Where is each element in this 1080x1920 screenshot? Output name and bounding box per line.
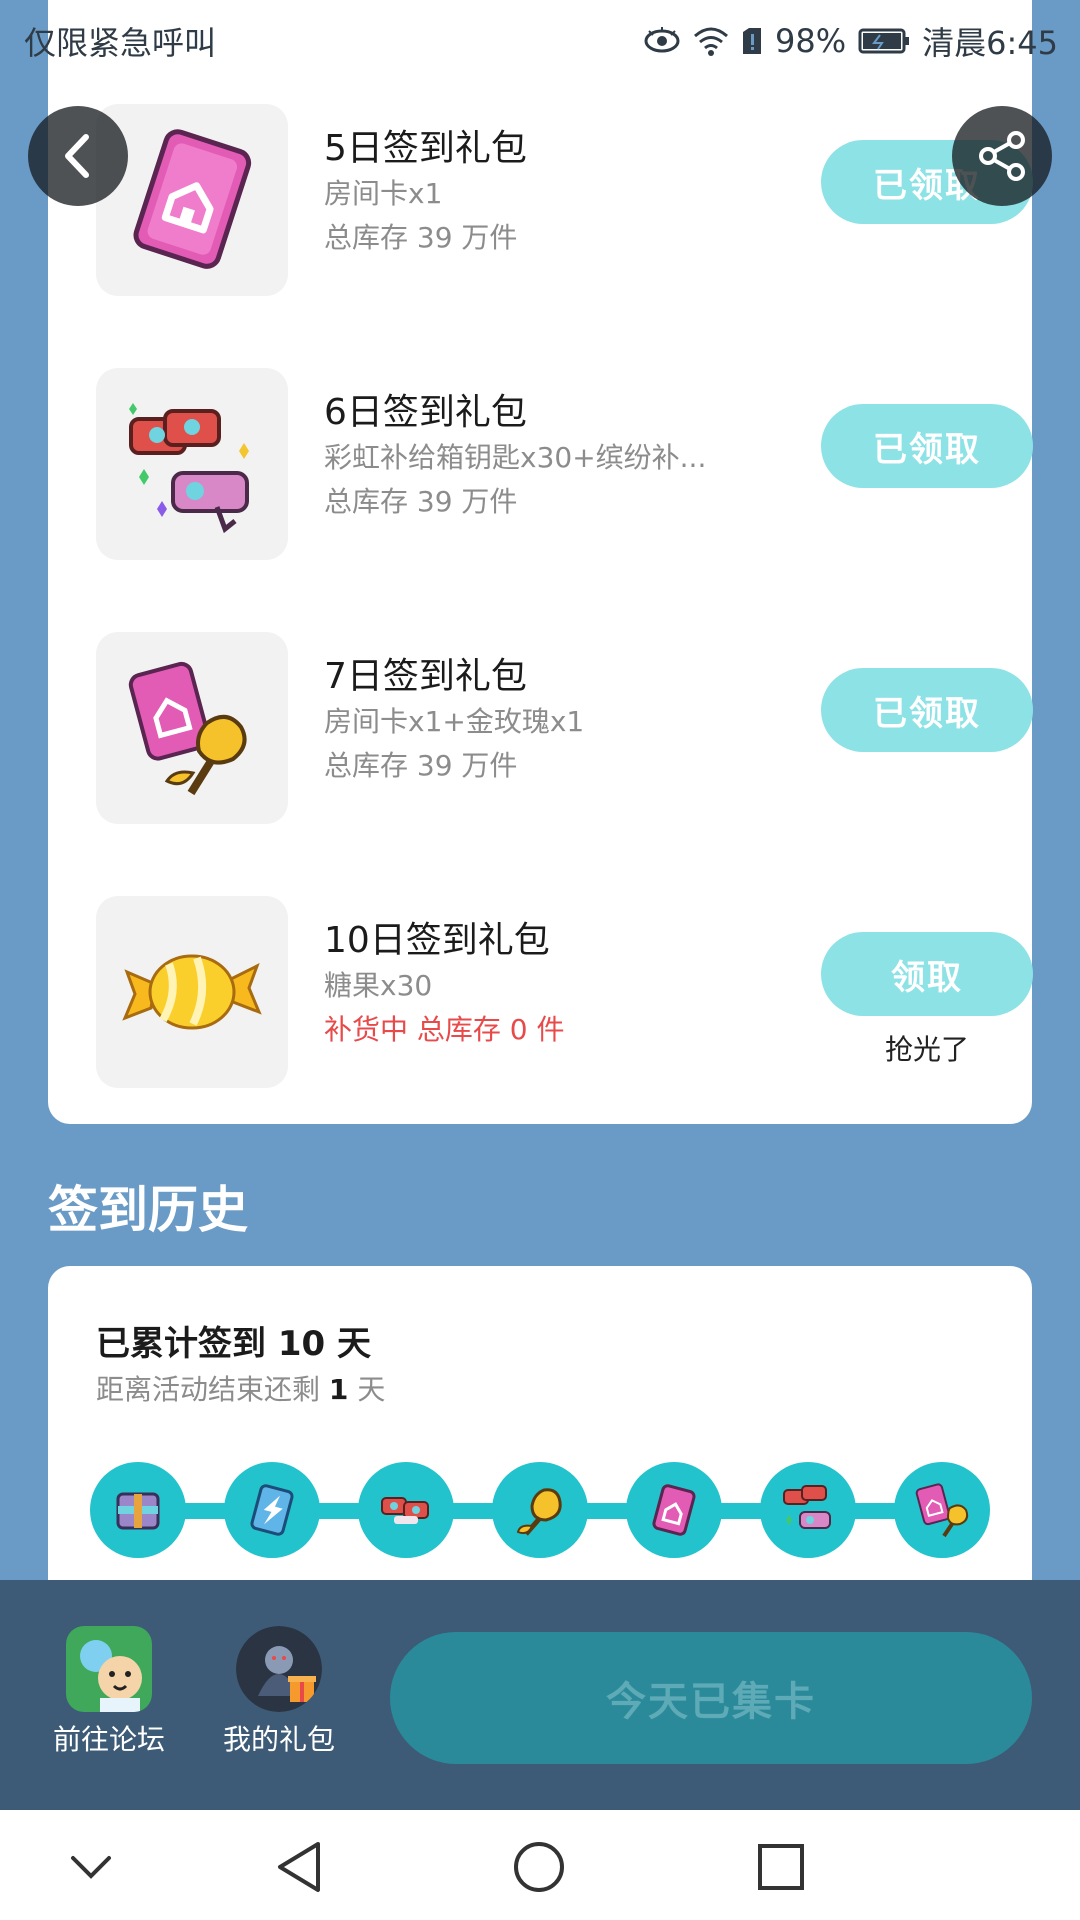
chevron-left-icon: [65, 134, 89, 178]
gift-desc: 彩虹补给箱钥匙x30+缤纷补...: [324, 441, 707, 474]
battery-icon: [858, 27, 910, 55]
gift-thumb: [96, 632, 288, 824]
claim-button[interactable]: 领取: [821, 932, 1033, 1016]
carrier-text: 仅限紧急呼叫: [24, 24, 217, 62]
gift-stock: 总库存 39 万件: [324, 485, 518, 518]
gift-info: 6日签到礼包 彩虹补给箱钥匙x30+缤纷补... 总库存 39 万件: [324, 390, 724, 524]
reward-dot-2[interactable]: [224, 1462, 320, 1558]
total-prefix: 已累计签到: [96, 1324, 266, 1364]
gift-thumb: [96, 368, 288, 560]
share-icon: [979, 131, 1025, 181]
history-card: 已累计签到 10 天 距离活动结束还剩 1 天: [48, 1266, 1032, 1596]
gold-rose-icon: [516, 1488, 562, 1536]
gift-thumb: [96, 896, 288, 1088]
gift-title: 10日签到礼包: [324, 920, 550, 961]
gift-desc: 糖果x30: [324, 969, 433, 1002]
back-button[interactable]: [28, 106, 128, 206]
gift-desc: 房间卡x1: [324, 177, 443, 210]
gift-title: 6日签到礼包: [324, 392, 527, 433]
key-bundle-icon: [129, 403, 249, 534]
gift-thumb: [96, 104, 288, 296]
room-card-icon: [652, 1484, 696, 1536]
gift-stock: 总库存 39 万件: [324, 749, 518, 782]
gifts-avatar: [236, 1626, 322, 1712]
claimed-button[interactable]: 已领取: [821, 404, 1033, 488]
my-gifts-shortcut[interactable]: 我的礼包: [214, 1626, 344, 1758]
gift-row-day7: 7日签到礼包 房间卡x1+金玫瑰x1 总库存 39 万件 已领取: [96, 632, 1033, 824]
status-icons: 98% 清晨6:45: [643, 18, 1058, 64]
keys-icon: [381, 1497, 429, 1524]
gift-desc: 房间卡x1+金玫瑰x1: [324, 705, 585, 738]
reward-dot-5[interactable]: [626, 1462, 722, 1558]
forum-shortcut[interactable]: 前往论坛: [44, 1626, 174, 1758]
gift-stock-alert: 补货中 总库存 0 件: [324, 1013, 565, 1046]
history-title: 签到历史: [48, 1181, 248, 1239]
chevron-down-icon: [71, 1856, 111, 1879]
total-checkin: 已累计签到 10 天: [96, 1316, 371, 1365]
share-button[interactable]: [952, 106, 1052, 206]
reward-dot-7[interactable]: [894, 1462, 990, 1558]
claimed-button[interactable]: 已领取: [821, 668, 1033, 752]
battery-percent: 98%: [775, 22, 847, 60]
home-circle-icon: [514, 1842, 564, 1892]
remain-suffix: 天: [357, 1373, 386, 1406]
room-card-rose-icon: [128, 661, 247, 796]
nav-recents-button[interactable]: [746, 1832, 816, 1902]
gift-info: 10日签到礼包 糖果x30 补货中 总库存 0 件: [324, 918, 724, 1052]
system-nav-bar: [0, 1810, 1080, 1920]
reward-dot-3[interactable]: [358, 1462, 454, 1558]
gift-title: 5日签到礼包: [324, 128, 527, 169]
forum-label: 前往论坛: [52, 1723, 165, 1756]
supply-box-icon: [116, 1492, 160, 1530]
status-bar: 仅限紧急呼叫 98% 清晨6:45: [0, 0, 1080, 78]
reward-dot-1[interactable]: [90, 1462, 186, 1558]
soldout-label: 抢光了: [884, 1033, 969, 1066]
room-card-rose-icon: [915, 1483, 969, 1538]
forum-avatar: [66, 1626, 152, 1712]
gifts-label: 我的礼包: [222, 1723, 335, 1756]
nav-hide-button[interactable]: [56, 1832, 126, 1902]
total-days: 10: [277, 1324, 326, 1364]
collect-card-button[interactable]: 今天已集卡: [390, 1632, 1032, 1764]
gift-list-card: 5日签到礼包 房间卡x1 总库存 39 万件 已领取 6日签到礼包 彩虹补给箱钥…: [48, 0, 1033, 1124]
wifi-icon: [693, 26, 729, 56]
gift-info: 5日签到礼包 房间卡x1 总库存 39 万件: [324, 126, 724, 260]
days-remaining: 距离活动结束还剩 1 天: [96, 1368, 385, 1408]
gift-row-day5: 5日签到礼包 房间卡x1 总库存 39 万件 已领取: [96, 104, 1033, 296]
total-suffix: 天: [337, 1324, 372, 1364]
candy-icon: [122, 954, 262, 1030]
remain-days: 1: [328, 1373, 349, 1406]
gift-info: 7日签到礼包 房间卡x1+金玫瑰x1 总库存 39 万件: [324, 654, 724, 788]
bottom-action-bar: 前往论坛 我的礼包 今天已集卡: [0, 1580, 1080, 1810]
eye-icon: [643, 27, 681, 55]
lightning-card-icon: [250, 1484, 294, 1536]
nav-back-button[interactable]: [264, 1832, 334, 1902]
sim-alert-icon: [741, 26, 763, 56]
gift-row-day6: 6日签到礼包 彩虹补给箱钥匙x30+缤纷补... 总库存 39 万件 已领取: [96, 368, 1033, 560]
nav-home-button[interactable]: [504, 1832, 574, 1902]
room-card-icon: [133, 129, 252, 269]
clock: 清晨6:45: [922, 24, 1058, 62]
gift-title: 7日签到礼包: [324, 656, 527, 697]
key-bundle-icon: [783, 1485, 831, 1529]
reward-dot-4[interactable]: [492, 1462, 588, 1558]
back-triangle-icon: [278, 1842, 320, 1892]
reward-dot-6[interactable]: [760, 1462, 856, 1558]
gift-stock: 总库存 39 万件: [324, 221, 518, 254]
remain-prefix: 距离活动结束还剩: [96, 1373, 321, 1406]
recents-square-icon: [758, 1844, 804, 1890]
gift-row-day10: 10日签到礼包 糖果x30 补货中 总库存 0 件 领取 抢光了: [96, 896, 1033, 1088]
